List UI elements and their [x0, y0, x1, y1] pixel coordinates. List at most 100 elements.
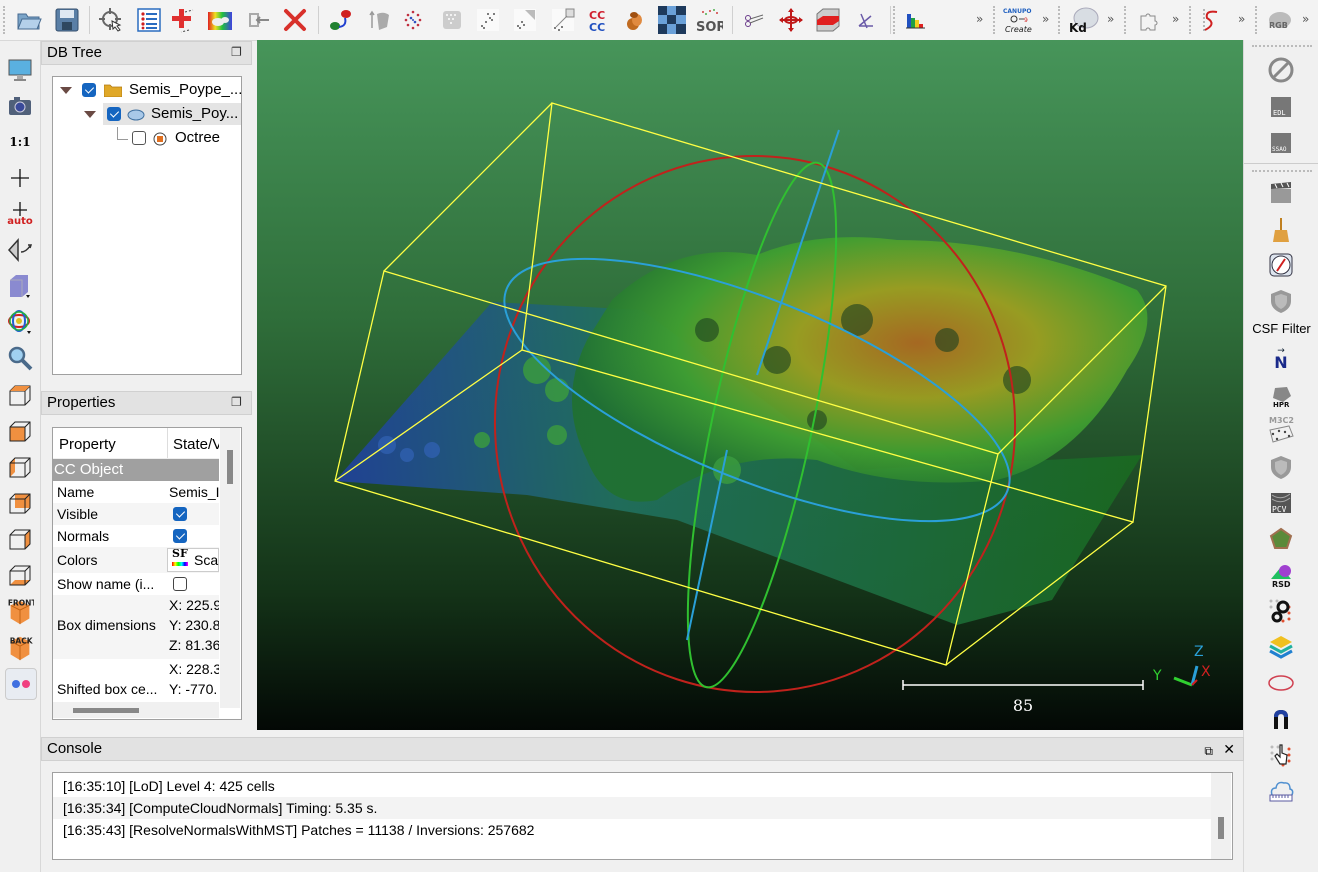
- rgb-cloud-icon[interactable]: RGB: [1265, 5, 1295, 35]
- m3c2-icon[interactable]: M3C2: [1266, 414, 1296, 448]
- tree-item-cloud[interactable]: Semis_Poy...: [84, 103, 241, 125]
- show-name-checkbox[interactable]: [173, 577, 187, 591]
- console-scrollbar[interactable]: [1211, 773, 1231, 859]
- toolbar-grip[interactable]: [3, 6, 7, 34]
- kd-tree-icon[interactable]: Kd: [1066, 5, 1100, 35]
- top-view-icon[interactable]: [5, 380, 35, 410]
- back-iso-view-icon[interactable]: BACK: [5, 632, 35, 662]
- display-settings-icon[interactable]: [5, 55, 35, 85]
- left-view-icon[interactable]: [5, 452, 35, 482]
- broom-icon[interactable]: [1266, 215, 1296, 245]
- canupo-icon[interactable]: CANUPO 9 Create: [1002, 5, 1036, 35]
- back-view-icon[interactable]: [5, 488, 35, 518]
- edl-shader-icon[interactable]: EDL: [1266, 92, 1296, 122]
- histogram-icon[interactable]: [900, 5, 930, 35]
- cloud-measure-icon[interactable]: [1266, 776, 1296, 806]
- stereo-mode-icon[interactable]: [5, 668, 37, 700]
- visibility-checkbox[interactable]: [107, 107, 121, 121]
- animation-icon[interactable]: [1266, 178, 1296, 208]
- save-icon[interactable]: [52, 5, 82, 35]
- visible-checkbox[interactable]: [173, 507, 187, 521]
- visibility-checkbox[interactable]: [82, 83, 96, 97]
- console-log[interactable]: [16:35:10] [LoD] Level 4: 425 cells [16:…: [52, 772, 1233, 860]
- float-panel-icon[interactable]: ❐: [231, 395, 245, 409]
- segment-icon[interactable]: [620, 5, 650, 35]
- layers-icon[interactable]: [1266, 632, 1296, 662]
- tree-item-folder[interactable]: Semis_Poype_...: [53, 79, 242, 101]
- sample-normals-icon[interactable]: [364, 5, 394, 35]
- puzzle-icon[interactable]: [1134, 5, 1164, 35]
- scissors-icon[interactable]: [740, 5, 770, 35]
- column-header-property[interactable]: Property: [59, 436, 116, 453]
- right-view-icon[interactable]: [5, 524, 35, 554]
- point-picking-hand-icon[interactable]: [1266, 740, 1296, 770]
- shield-filter-icon[interactable]: [1266, 452, 1296, 482]
- translate-icon[interactable]: [776, 5, 806, 35]
- cloud-cloud-distance-icon[interactable]: CC CC: [584, 5, 614, 35]
- normals-checkbox[interactable]: [173, 529, 187, 543]
- vertical-scrollbar[interactable]: [220, 428, 240, 708]
- ssao-shader-icon[interactable]: SSAO: [1266, 128, 1296, 158]
- ellipse-fit-icon[interactable]: [1266, 668, 1296, 698]
- zoom-icon[interactable]: [5, 343, 35, 373]
- translate-rotate-icon[interactable]: [168, 5, 198, 35]
- toolbar-overflow-button[interactable]: »: [1238, 12, 1245, 26]
- float-panel-icon[interactable]: ⧉: [1204, 740, 1213, 762]
- auto-pivot-icon[interactable]: auto: [5, 199, 35, 229]
- sor-filter-icon[interactable]: SOR: [694, 5, 724, 35]
- front-iso-view-icon[interactable]: FRONT: [5, 596, 35, 626]
- magnet-icon[interactable]: [1266, 704, 1296, 734]
- curve-icon[interactable]: [1196, 5, 1226, 35]
- bottom-view-icon[interactable]: [5, 560, 35, 590]
- point-cloud-render[interactable]: 85 Y Z X: [257, 40, 1243, 730]
- horizontal-scrollbar[interactable]: [53, 702, 219, 718]
- gears-icon[interactable]: [1266, 596, 1296, 626]
- camera-icon[interactable]: [5, 91, 35, 121]
- pick-point-icon[interactable]: [96, 5, 126, 35]
- one-to-one-zoom-button[interactable]: 1:1: [5, 127, 35, 157]
- plane-fit-icon[interactable]: [1266, 524, 1296, 554]
- colors-dropdown[interactable]: SF Sca: [167, 547, 219, 572]
- toolbar-overflow-button[interactable]: »: [1107, 12, 1114, 26]
- north-arrow-icon[interactable]: → N: [1266, 344, 1296, 374]
- color-ramp-icon[interactable]: [5, 307, 35, 337]
- register-icon[interactable]: [326, 5, 356, 35]
- toolbar-overflow-button[interactable]: »: [976, 12, 983, 26]
- csf-shield-icon[interactable]: [1266, 286, 1296, 316]
- visibility-checkbox[interactable]: [132, 131, 146, 145]
- perspective-icon[interactable]: [5, 235, 35, 265]
- pivot-icon[interactable]: [5, 163, 35, 193]
- hpr-icon[interactable]: HPR: [1266, 381, 1296, 411]
- toolbar-overflow-button[interactable]: »: [1172, 12, 1179, 26]
- csf-filter-label[interactable]: CSF Filter: [1244, 321, 1318, 336]
- color-scale-icon[interactable]: [205, 5, 235, 35]
- open-folder-icon[interactable]: [14, 5, 44, 35]
- compass-icon[interactable]: [1266, 250, 1296, 280]
- delete-icon[interactable]: [280, 5, 310, 35]
- subsample-icon[interactable]: [473, 5, 503, 35]
- close-icon[interactable]: ✕: [1223, 738, 1235, 760]
- column-header-value[interactable]: State/V: [173, 436, 219, 453]
- measure-icon[interactable]: [850, 5, 880, 35]
- 3d-view[interactable]: 85 Y Z X: [257, 40, 1243, 730]
- mesh-icon[interactable]: [437, 5, 467, 35]
- align-icon[interactable]: [510, 5, 540, 35]
- cross-section-icon[interactable]: [812, 5, 842, 35]
- object-list-icon[interactable]: [134, 5, 164, 35]
- toolbar-overflow-button[interactable]: »: [1042, 12, 1049, 26]
- toolbar-grip[interactable]: [893, 6, 897, 34]
- expand-arrow-icon[interactable]: [60, 87, 72, 94]
- tree-item-octree[interactable]: Octree: [129, 127, 239, 149]
- pcv-icon[interactable]: PCV: [1266, 488, 1296, 518]
- front-view-icon[interactable]: [5, 416, 35, 446]
- view-cube-icon[interactable]: [5, 271, 35, 301]
- distance-icon[interactable]: [548, 5, 578, 35]
- sample-points-icon[interactable]: [398, 5, 428, 35]
- expand-arrow-icon[interactable]: [84, 111, 96, 118]
- checkerboard-icon[interactable]: [657, 5, 687, 35]
- rsd-icon[interactable]: RSD: [1266, 560, 1296, 590]
- toolbar-overflow-button[interactable]: »: [1302, 12, 1309, 26]
- float-panel-icon[interactable]: ❐: [231, 45, 245, 59]
- disable-shader-icon[interactable]: [1266, 55, 1296, 85]
- export-icon[interactable]: [244, 5, 274, 35]
